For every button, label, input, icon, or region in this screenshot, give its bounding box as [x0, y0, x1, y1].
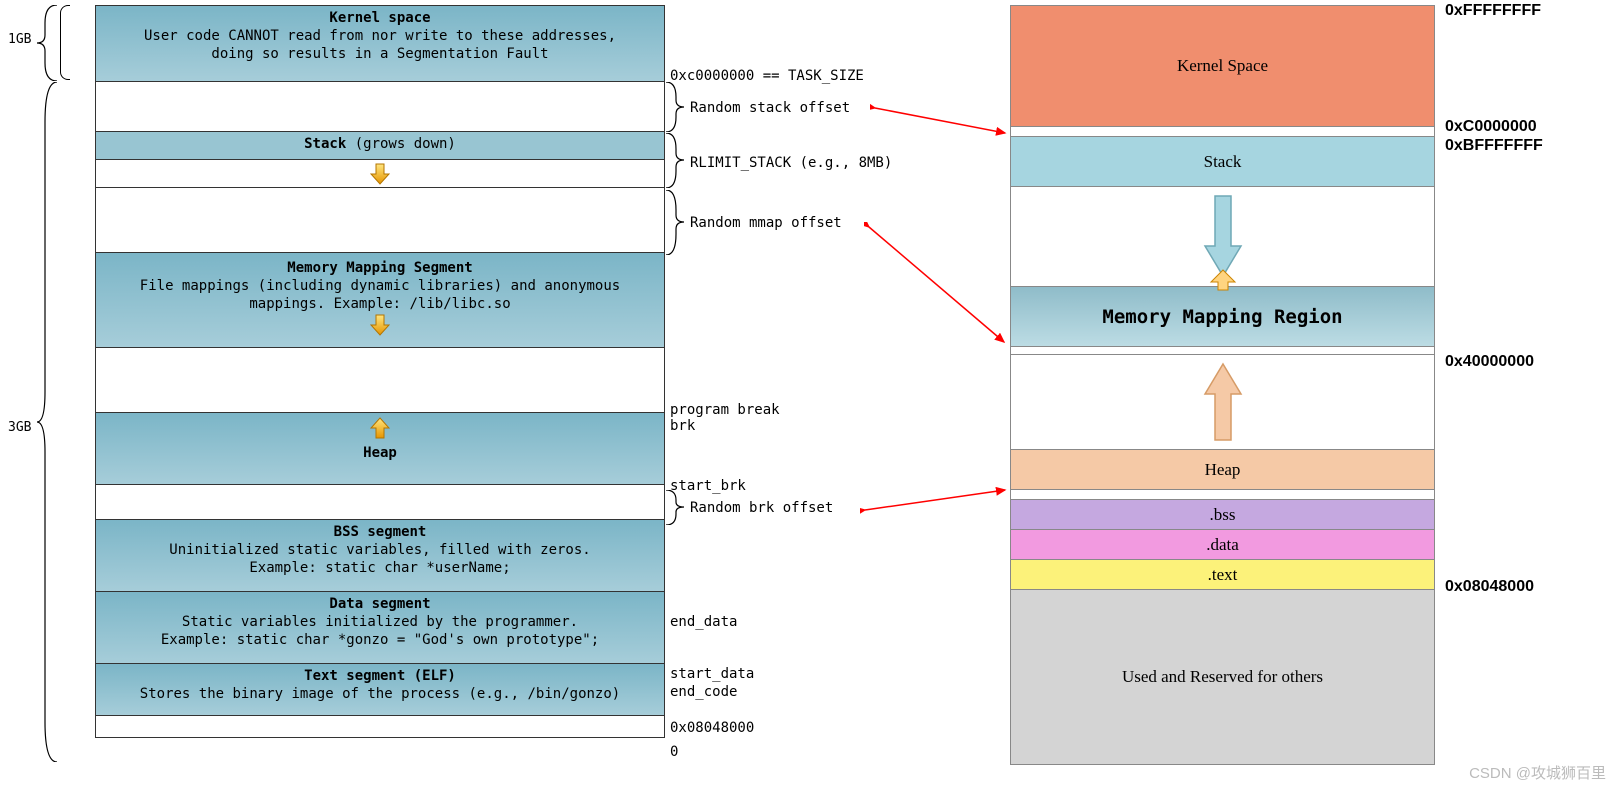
- arrow-up-icon: [370, 417, 390, 439]
- annot-prog-break: program breakbrk: [670, 402, 780, 434]
- kernel-desc1: User code CANNOT read from nor write to …: [144, 28, 616, 44]
- annot-end-code: end_code: [670, 684, 737, 700]
- seg-kernel: Kernel space User code CANNOT read from …: [96, 6, 664, 81]
- red-arrow-brk: [860, 485, 1010, 515]
- rseg-bss-label: .bss: [1210, 505, 1236, 525]
- rseg-stack-label: Stack: [1204, 152, 1242, 172]
- rseg-gap1: [1011, 126, 1434, 136]
- red-arrow-mmap: [864, 222, 1014, 352]
- seg-gap5: [96, 715, 664, 737]
- seg-bss: BSS segment Uninitialized static variabl…: [96, 519, 664, 591]
- curly-rlimit: [666, 133, 686, 188]
- prog-break-1: program break: [670, 402, 780, 418]
- raddr-1: 0xFFFFFFFF: [1445, 2, 1541, 20]
- seg-gap1: [96, 81, 664, 131]
- rseg-kernel-label: Kernel Space: [1177, 56, 1268, 76]
- annot-zero: 0: [670, 744, 678, 760]
- annot-end-data: end_data: [670, 614, 737, 630]
- annot-rlimit: RLIMIT_STACK (e.g., 8MB): [690, 155, 892, 171]
- arrow-down-icon: [370, 314, 390, 336]
- bss-title: BSS segment: [334, 524, 427, 540]
- annot-base-addr: 0x08048000: [670, 720, 754, 736]
- heap-title: Heap: [363, 445, 397, 461]
- rseg-bss: .bss: [1011, 499, 1434, 529]
- rseg-mmr: Memory Mapping Region: [1011, 286, 1434, 346]
- data-desc1: Static variables initialized by the prog…: [182, 614, 578, 630]
- rseg-mmr-label: Memory Mapping Region: [1102, 306, 1342, 328]
- seg-gap3: [96, 347, 664, 412]
- rseg-kernel: Kernel Space: [1011, 6, 1434, 126]
- rseg-data: .data: [1011, 529, 1434, 559]
- kernel-brace-curve: [35, 5, 61, 81]
- text-title: Text segment (ELF): [304, 668, 456, 684]
- text-desc: Stores the binary image of the process (…: [140, 686, 620, 702]
- arrow-down-icon: [370, 163, 390, 185]
- red-arrow-stack: [870, 98, 1010, 148]
- small-arrow-up-icon: [1209, 269, 1237, 291]
- annot-start-data: start_data: [670, 666, 754, 682]
- rseg-gap2: [1011, 346, 1434, 354]
- data-desc2: Example: static char *gonzo = "God's own…: [161, 632, 599, 648]
- bss-desc1: Uninitialized static variables, filled w…: [169, 542, 590, 558]
- curly-brk-offset: [666, 490, 686, 525]
- big-arrow-up-icon: [1203, 362, 1243, 442]
- annot-rand-brk: Random brk offset: [690, 500, 833, 516]
- big-arrow-down-icon: [1203, 194, 1243, 279]
- curly-mmap-offset: [666, 190, 686, 255]
- seg-mmap: Memory Mapping Segment File mappings (in…: [96, 252, 664, 347]
- kernel-size-label: 1GB: [8, 32, 31, 47]
- rseg-heap: Heap: [1011, 449, 1434, 489]
- raddr-3: 0xBFFFFFFF: [1445, 137, 1543, 155]
- raddr-2: 0xC0000000: [1445, 118, 1537, 136]
- rseg-data-label: .data: [1206, 535, 1239, 555]
- annot-rand-stack: Random stack offset: [690, 100, 850, 116]
- rseg-stack: Stack: [1011, 136, 1434, 186]
- seg-text: Text segment (ELF) Stores the binary ima…: [96, 663, 664, 715]
- rseg-gap3: [1011, 489, 1434, 499]
- user-size-label: 3GB: [8, 420, 31, 435]
- seg-data: Data segment Static variables initialize…: [96, 591, 664, 663]
- seg-gap4: [96, 484, 664, 519]
- bss-desc2: Example: static char *userName;: [249, 560, 510, 576]
- rseg-heap-arrow: [1011, 354, 1434, 449]
- left-memory-map: Kernel space User code CANNOT read from …: [95, 5, 665, 738]
- seg-stack-arrow: [96, 159, 664, 187]
- seg-heap: Heap: [96, 412, 664, 484]
- seg-gap2: [96, 187, 664, 252]
- mmap-desc1: File mappings (including dynamic librari…: [140, 278, 620, 294]
- right-memory-map: Kernel Space Stack Memory Mapping Region…: [1010, 5, 1435, 765]
- rseg-text-label: .text: [1208, 565, 1238, 585]
- rseg-reserved-label: Used and Reserved for others: [1122, 667, 1323, 687]
- rseg-heap-label: Heap: [1205, 460, 1241, 480]
- kernel-brace: [60, 5, 70, 80]
- prog-break-2: brk: [670, 418, 695, 434]
- user-brace-curve: [35, 82, 61, 762]
- mmap-desc2: mappings. Example: /lib/libc.so: [249, 296, 510, 312]
- kernel-desc2: doing so results in a Segmentation Fault: [211, 46, 548, 62]
- data-title: Data segment: [329, 596, 430, 612]
- rseg-reserved: Used and Reserved for others: [1011, 589, 1434, 764]
- raddr-4: 0x40000000: [1445, 353, 1534, 371]
- kernel-title: Kernel space: [329, 10, 430, 26]
- annot-rand-mmap: Random mmap offset: [690, 215, 842, 231]
- rseg-text: .text: [1011, 559, 1434, 589]
- annot-task-size: 0xc0000000 == TASK_SIZE: [670, 68, 864, 84]
- curly-stack-offset: [666, 82, 686, 132]
- raddr-5: 0x08048000: [1445, 578, 1534, 596]
- mmap-title: Memory Mapping Segment: [287, 260, 472, 276]
- stack-title-bold: Stack: [304, 136, 346, 152]
- seg-stack-title: Stack (grows down): [96, 131, 664, 159]
- watermark: CSDN @攻城狮百里: [1469, 762, 1606, 783]
